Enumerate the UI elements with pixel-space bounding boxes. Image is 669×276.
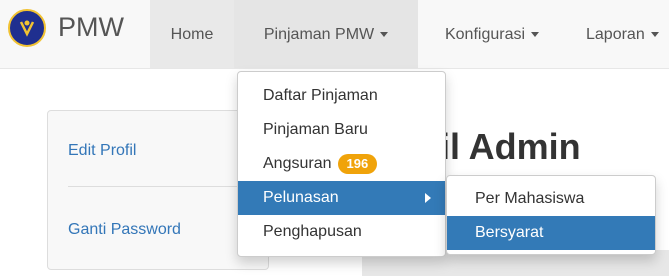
menu-item-daftar-pinjaman[interactable]: Daftar Pinjaman <box>238 79 445 113</box>
nav-konfigurasi[interactable]: Konfigurasi <box>418 0 566 68</box>
menu-item-pelunasan[interactable]: Pelunasan <box>238 181 445 215</box>
sidebar-panel: Edit Profil Ganti Password <box>47 110 269 270</box>
pinjaman-dropdown-menu: Daftar Pinjaman Pinjaman Baru Angsuran 19… <box>237 71 446 257</box>
submenu-item-per-mahasiswa[interactable]: Per Mahasiswa <box>447 182 655 216</box>
caret-down-icon <box>380 32 389 38</box>
menu-item-penghapusan[interactable]: Penghapusan <box>238 215 445 249</box>
page-title: il Admin <box>440 126 581 167</box>
nav-home[interactable]: Home <box>150 0 234 68</box>
nav-pinjaman-pmw[interactable]: Pinjaman PMW <box>234 0 418 68</box>
pelunasan-submenu: Per Mahasiswa Bersyarat <box>446 175 656 255</box>
nav-pinjaman-label: Pinjaman PMW <box>263 26 375 43</box>
sidebar-item-ganti-password[interactable]: Ganti Password <box>68 221 181 239</box>
menu-item-pelunasan-label: Pelunasan <box>263 189 339 206</box>
brand-name[interactable]: PMW <box>58 11 124 43</box>
angsuran-count-badge: 196 <box>337 153 378 174</box>
navbar: PMW Home Pinjaman PMW Konfigurasi Lapora… <box>0 0 669 69</box>
menu-item-angsuran[interactable]: Angsuran 196 <box>238 147 445 181</box>
nav-laporan-label: Laporan <box>586 26 645 43</box>
menu-item-angsuran-label: Angsuran <box>263 155 332 172</box>
chevron-right-icon <box>425 193 431 203</box>
nav-konfigurasi-label: Konfigurasi <box>444 26 526 43</box>
caret-down-icon <box>650 32 659 38</box>
sidebar-item-edit-profil[interactable]: Edit Profil <box>68 142 136 160</box>
university-logo-icon <box>8 9 46 47</box>
caret-down-icon <box>531 32 540 38</box>
menu-item-pinjaman-baru[interactable]: Pinjaman Baru <box>238 113 445 147</box>
submenu-item-bersyarat[interactable]: Bersyarat <box>447 216 655 250</box>
nav-laporan[interactable]: Laporan <box>566 0 669 68</box>
